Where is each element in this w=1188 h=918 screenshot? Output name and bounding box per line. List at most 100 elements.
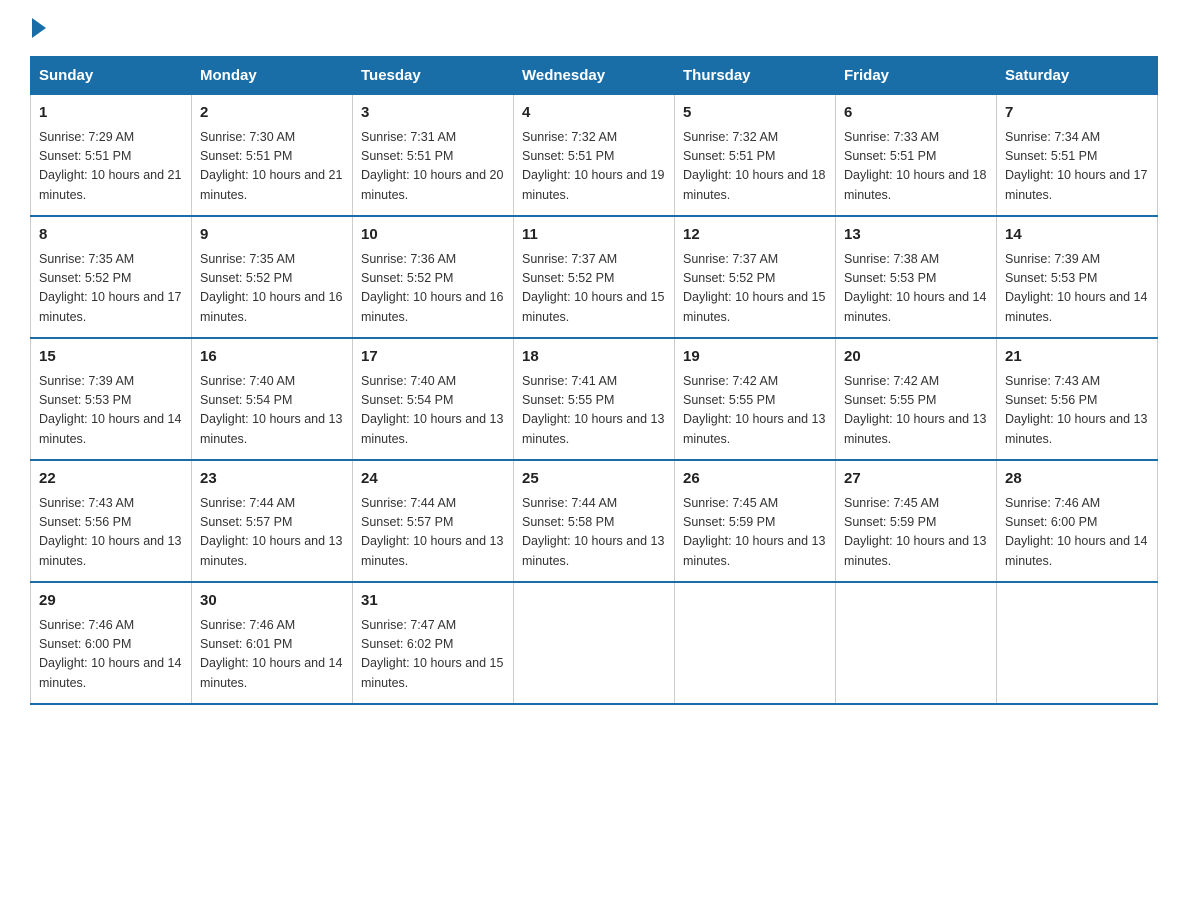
day-number: 31 [361, 590, 505, 613]
day-number: 24 [361, 468, 505, 491]
day-info: Sunrise: 7:37 AMSunset: 5:52 PMDaylight:… [522, 252, 664, 324]
day-cell: 30Sunrise: 7:46 AMSunset: 6:01 PMDayligh… [192, 582, 353, 704]
day-info: Sunrise: 7:30 AMSunset: 5:51 PMDaylight:… [200, 130, 342, 202]
day-cell: 28Sunrise: 7:46 AMSunset: 6:00 PMDayligh… [997, 460, 1158, 582]
day-cell: 13 Sunrise: 7:38 AMSunset: 5:53 PMDayligh… [836, 216, 997, 338]
day-cell: 26 Sunrise: 7:45 AMSunset: 5:59 PMDayligh… [675, 460, 836, 582]
day-number: 9 [200, 224, 344, 247]
day-number: 7 [1005, 102, 1149, 125]
col-header-saturday: Saturday [997, 57, 1158, 95]
day-number: 8 [39, 224, 183, 247]
day-number: 29 [39, 590, 183, 613]
day-cell: 17 Sunrise: 7:40 AMSunset: 5:54 PMDayligh… [353, 338, 514, 460]
day-cell: 12Sunrise: 7:37 AMSunset: 5:52 PMDayligh… [675, 216, 836, 338]
day-cell: 1Sunrise: 7:29 AMSunset: 5:51 PMDaylight… [31, 95, 192, 217]
day-info: Sunrise: 7:44 AMSunset: 5:57 PMDaylight:… [200, 496, 342, 568]
week-row-2: 8 Sunrise: 7:35 AMSunset: 5:52 PMDaylight… [31, 216, 1158, 338]
week-row-1: 1Sunrise: 7:29 AMSunset: 5:51 PMDaylight… [31, 95, 1158, 217]
day-number: 18 [522, 346, 666, 369]
day-cell: 27 Sunrise: 7:45 AMSunset: 5:59 PMDayligh… [836, 460, 997, 582]
day-info: Sunrise: 7:43 AMSunset: 5:56 PMDaylight:… [1005, 374, 1147, 446]
day-info: Sunrise: 7:32 AMSunset: 5:51 PMDaylight:… [683, 130, 825, 202]
day-cell: 16 Sunrise: 7:40 AMSunset: 5:54 PMDayligh… [192, 338, 353, 460]
day-info: Sunrise: 7:35 AMSunset: 5:52 PMDaylight:… [39, 252, 181, 324]
day-number: 28 [1005, 468, 1149, 491]
day-number: 21 [1005, 346, 1149, 369]
day-cell: 15 Sunrise: 7:39 AMSunset: 5:53 PMDayligh… [31, 338, 192, 460]
day-number: 4 [522, 102, 666, 125]
day-cell [997, 582, 1158, 704]
day-info: Sunrise: 7:38 AMSunset: 5:53 PMDaylight:… [844, 252, 986, 324]
day-cell: 6 Sunrise: 7:33 AMSunset: 5:51 PMDaylight… [836, 95, 997, 217]
day-cell: 10 Sunrise: 7:36 AMSunset: 5:52 PMDayligh… [353, 216, 514, 338]
day-cell: 9 Sunrise: 7:35 AMSunset: 5:52 PMDaylight… [192, 216, 353, 338]
day-number: 1 [39, 102, 183, 125]
header-row: SundayMondayTuesdayWednesdayThursdayFrid… [31, 57, 1158, 95]
col-header-wednesday: Wednesday [514, 57, 675, 95]
day-cell: 20 Sunrise: 7:42 AMSunset: 5:55 PMDayligh… [836, 338, 997, 460]
day-cell: 24Sunrise: 7:44 AMSunset: 5:57 PMDayligh… [353, 460, 514, 582]
day-cell [675, 582, 836, 704]
day-cell: 25 Sunrise: 7:44 AMSunset: 5:58 PMDayligh… [514, 460, 675, 582]
day-info: Sunrise: 7:33 AMSunset: 5:51 PMDaylight:… [844, 130, 986, 202]
day-number: 10 [361, 224, 505, 247]
day-number: 17 [361, 346, 505, 369]
day-cell: 5 Sunrise: 7:32 AMSunset: 5:51 PMDaylight… [675, 95, 836, 217]
day-cell: 4 Sunrise: 7:32 AMSunset: 5:51 PMDaylight… [514, 95, 675, 217]
day-number: 15 [39, 346, 183, 369]
day-cell: 22Sunrise: 7:43 AMSunset: 5:56 PMDayligh… [31, 460, 192, 582]
day-info: Sunrise: 7:39 AMSunset: 5:53 PMDaylight:… [1005, 252, 1147, 324]
week-row-3: 15 Sunrise: 7:39 AMSunset: 5:53 PMDayligh… [31, 338, 1158, 460]
day-info: Sunrise: 7:42 AMSunset: 5:55 PMDaylight:… [683, 374, 825, 446]
day-cell: 11 Sunrise: 7:37 AMSunset: 5:52 PMDayligh… [514, 216, 675, 338]
day-info: Sunrise: 7:37 AMSunset: 5:52 PMDaylight:… [683, 252, 825, 324]
day-info: Sunrise: 7:39 AMSunset: 5:53 PMDaylight:… [39, 374, 181, 446]
day-cell: 31 Sunrise: 7:47 AMSunset: 6:02 PMDayligh… [353, 582, 514, 704]
day-info: Sunrise: 7:42 AMSunset: 5:55 PMDaylight:… [844, 374, 986, 446]
col-header-monday: Monday [192, 57, 353, 95]
day-number: 25 [522, 468, 666, 491]
logo [30, 20, 46, 38]
day-number: 26 [683, 468, 827, 491]
day-number: 2 [200, 102, 344, 125]
col-header-tuesday: Tuesday [353, 57, 514, 95]
day-cell: 14 Sunrise: 7:39 AMSunset: 5:53 PMDayligh… [997, 216, 1158, 338]
day-number: 19 [683, 346, 827, 369]
day-info: Sunrise: 7:47 AMSunset: 6:02 PMDaylight:… [361, 618, 503, 690]
day-number: 14 [1005, 224, 1149, 247]
day-number: 11 [522, 224, 666, 247]
day-cell [514, 582, 675, 704]
day-number: 6 [844, 102, 988, 125]
day-cell [836, 582, 997, 704]
day-number: 27 [844, 468, 988, 491]
day-cell: 23 Sunrise: 7:44 AMSunset: 5:57 PMDayligh… [192, 460, 353, 582]
day-info: Sunrise: 7:36 AMSunset: 5:52 PMDaylight:… [361, 252, 503, 324]
day-number: 13 [844, 224, 988, 247]
day-info: Sunrise: 7:44 AMSunset: 5:58 PMDaylight:… [522, 496, 664, 568]
day-number: 30 [200, 590, 344, 613]
logo-arrow-icon [32, 18, 46, 38]
day-info: Sunrise: 7:40 AMSunset: 5:54 PMDaylight:… [361, 374, 503, 446]
day-number: 20 [844, 346, 988, 369]
col-header-thursday: Thursday [675, 57, 836, 95]
day-cell: 29 Sunrise: 7:46 AMSunset: 6:00 PMDayligh… [31, 582, 192, 704]
day-info: Sunrise: 7:45 AMSunset: 5:59 PMDaylight:… [844, 496, 986, 568]
day-number: 22 [39, 468, 183, 491]
day-info: Sunrise: 7:34 AMSunset: 5:51 PMDaylight:… [1005, 130, 1147, 202]
day-cell: 18 Sunrise: 7:41 AMSunset: 5:55 PMDayligh… [514, 338, 675, 460]
page-header [30, 20, 1158, 38]
day-number: 23 [200, 468, 344, 491]
day-number: 5 [683, 102, 827, 125]
day-cell: 21 Sunrise: 7:43 AMSunset: 5:56 PMDayligh… [997, 338, 1158, 460]
col-header-sunday: Sunday [31, 57, 192, 95]
day-info: Sunrise: 7:45 AMSunset: 5:59 PMDaylight:… [683, 496, 825, 568]
day-info: Sunrise: 7:32 AMSunset: 5:51 PMDaylight:… [522, 130, 664, 202]
week-row-5: 29 Sunrise: 7:46 AMSunset: 6:00 PMDayligh… [31, 582, 1158, 704]
day-info: Sunrise: 7:46 AMSunset: 6:00 PMDaylight:… [39, 618, 181, 690]
day-cell: 3Sunrise: 7:31 AMSunset: 5:51 PMDaylight… [353, 95, 514, 217]
day-number: 16 [200, 346, 344, 369]
day-info: Sunrise: 7:40 AMSunset: 5:54 PMDaylight:… [200, 374, 342, 446]
col-header-friday: Friday [836, 57, 997, 95]
day-info: Sunrise: 7:41 AMSunset: 5:55 PMDaylight:… [522, 374, 664, 446]
day-info: Sunrise: 7:35 AMSunset: 5:52 PMDaylight:… [200, 252, 342, 324]
